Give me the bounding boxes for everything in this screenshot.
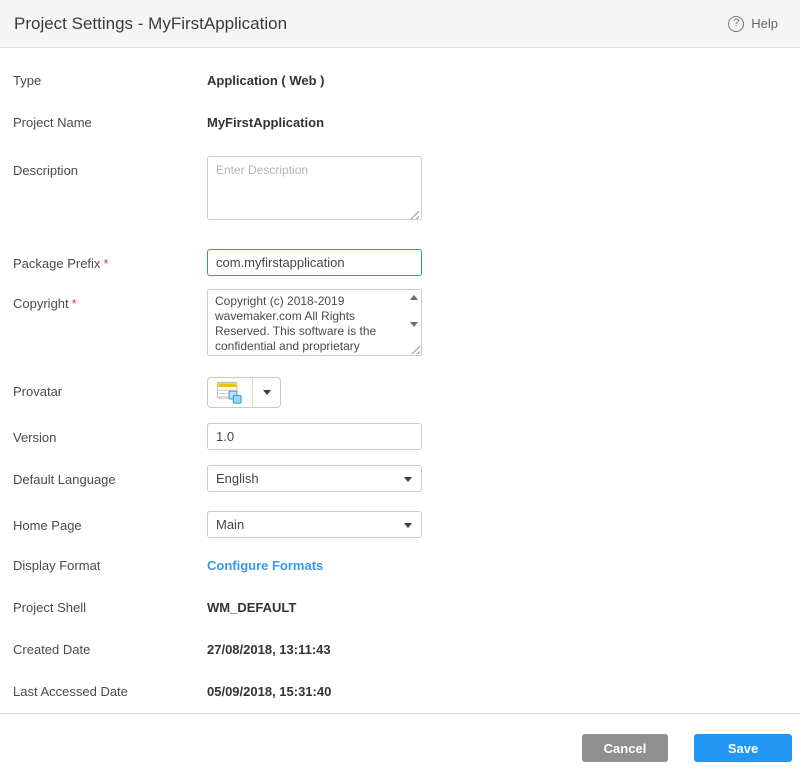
copyright-text: Copyright (c) 2018-2019 wavemaker.com Al… [208, 290, 405, 355]
row-description: Description [13, 156, 800, 225]
settings-form: Type Application ( Web ) Project Name My… [0, 48, 800, 700]
row-version: Version [13, 423, 800, 450]
table-cube-icon[interactable] [208, 378, 253, 407]
dialog-header: Project Settings - MyFirstApplication ? … [0, 0, 800, 48]
row-display-format: Display Format Configure Formats [13, 557, 800, 574]
provatar-picker-button[interactable] [207, 377, 281, 408]
required-asterisk: * [72, 296, 77, 311]
chevron-down-icon [404, 523, 412, 528]
type-label: Type [13, 72, 207, 89]
provatar-dropdown-toggle[interactable] [253, 378, 280, 407]
version-label: Version [13, 423, 207, 446]
row-last-accessed-date: Last Accessed Date 05/09/2018, 15:31:40 [13, 683, 800, 700]
cancel-button[interactable]: Cancel [582, 734, 668, 762]
row-created-date: Created Date 27/08/2018, 13:11:43 [13, 641, 800, 658]
row-copyright: Copyright* Copyright (c) 2018-2019 wavem… [13, 289, 800, 356]
version-input[interactable] [207, 423, 422, 450]
home-page-label: Home Page [13, 511, 207, 534]
project-shell-label: Project Shell [13, 599, 207, 616]
default-language-label: Default Language [13, 465, 207, 488]
default-language-selected-value: English [216, 471, 259, 486]
chevron-down-icon [404, 477, 412, 482]
display-format-label: Display Format [13, 557, 207, 574]
row-home-page: Home Page Main [13, 511, 800, 538]
last-accessed-date-label: Last Accessed Date [13, 683, 207, 700]
help-button[interactable]: ? Help [728, 16, 778, 32]
default-language-select[interactable]: English [207, 465, 422, 492]
footer-actions: Cancel Save [0, 714, 800, 780]
home-page-selected-value: Main [216, 517, 244, 532]
description-textarea[interactable] [207, 156, 422, 220]
help-icon: ? [728, 16, 744, 32]
row-type: Type Application ( Web ) [13, 72, 800, 89]
project-shell-value: WM_DEFAULT [207, 599, 296, 616]
created-date-value: 27/08/2018, 13:11:43 [207, 641, 331, 658]
package-prefix-input[interactable] [207, 249, 422, 276]
row-project-name: Project Name MyFirstApplication [13, 114, 800, 131]
row-package-prefix: Package Prefix* [13, 249, 800, 276]
copyright-scrollbar[interactable] [406, 290, 421, 355]
type-value: Application ( Web ) [207, 72, 324, 89]
copyright-textarea[interactable]: Copyright (c) 2018-2019 wavemaker.com Al… [207, 289, 422, 356]
project-settings-dialog: Project Settings - MyFirstApplication ? … [0, 0, 800, 780]
scroll-up-icon[interactable] [410, 295, 418, 300]
created-date-label: Created Date [13, 641, 207, 658]
row-provatar: Provatar [13, 377, 800, 408]
row-default-language: Default Language English [13, 465, 800, 492]
provatar-label: Provatar [13, 377, 207, 400]
last-accessed-date-value: 05/09/2018, 15:31:40 [207, 683, 331, 700]
resize-grip-icon[interactable] [410, 344, 420, 354]
package-prefix-label: Package Prefix* [13, 249, 207, 272]
page-title: Project Settings - MyFirstApplication [14, 14, 287, 34]
description-label: Description [13, 156, 207, 179]
row-project-shell: Project Shell WM_DEFAULT [13, 599, 800, 616]
copyright-label: Copyright* [13, 289, 207, 312]
required-asterisk: * [103, 256, 108, 271]
project-name-label: Project Name [13, 114, 207, 131]
scroll-down-icon[interactable] [410, 322, 418, 327]
save-button[interactable]: Save [694, 734, 792, 762]
configure-formats-link[interactable]: Configure Formats [207, 557, 323, 574]
project-name-value: MyFirstApplication [207, 114, 324, 131]
help-label: Help [751, 16, 778, 31]
chevron-down-icon [263, 390, 271, 395]
home-page-select[interactable]: Main [207, 511, 422, 538]
